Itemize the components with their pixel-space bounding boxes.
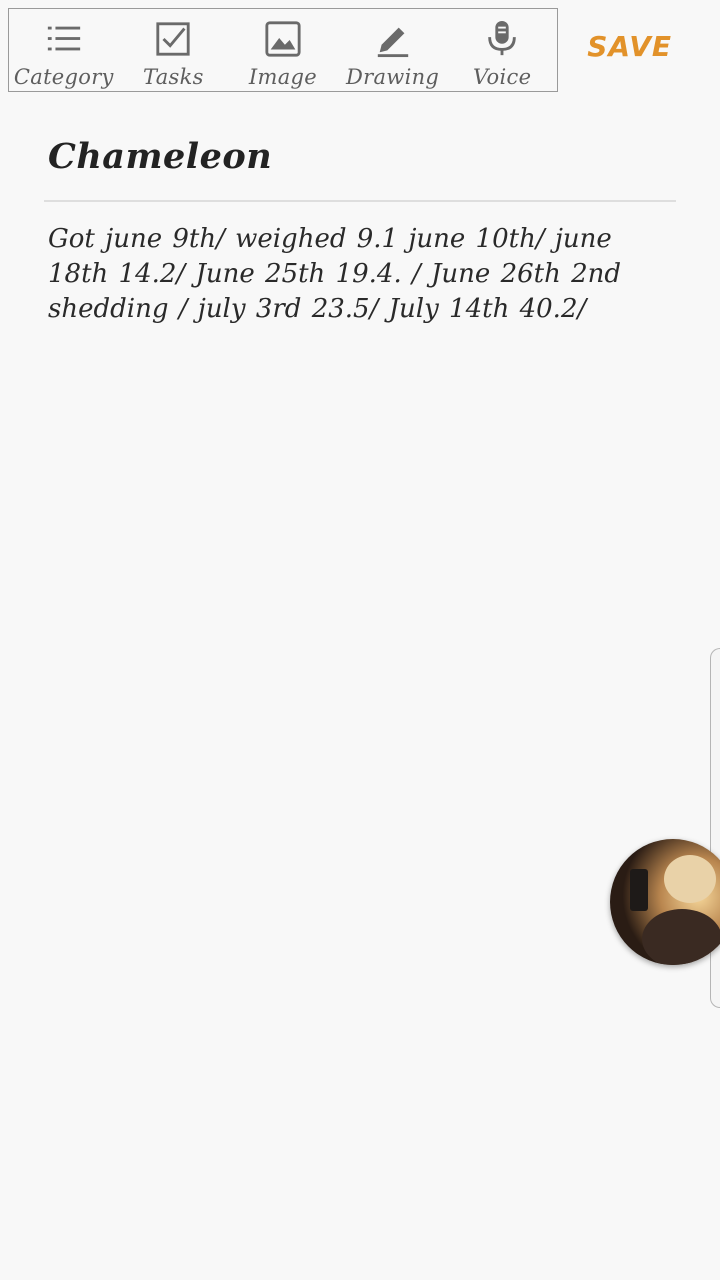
contact-avatar-image: [610, 839, 720, 965]
drawing-label: Drawing: [346, 65, 440, 89]
checkbox-icon: [153, 19, 193, 59]
note-body[interactable]: Got june 9th/ weighed 9.1 june 10th/ jun…: [48, 222, 676, 327]
voice-button[interactable]: Voice: [447, 9, 557, 91]
title-divider: [44, 200, 676, 202]
edge-panel-handle[interactable]: [710, 648, 720, 1008]
pen-icon: [373, 19, 413, 59]
tasks-label: Tasks: [143, 65, 204, 89]
save-button[interactable]: SAVE: [587, 30, 672, 63]
floating-contact-avatar[interactable]: [610, 839, 720, 965]
voice-label: Voice: [473, 65, 532, 89]
category-label: Category: [13, 65, 114, 89]
tasks-button[interactable]: Tasks: [119, 9, 229, 91]
list-icon: [44, 19, 84, 59]
image-button[interactable]: Image: [228, 9, 338, 91]
category-button[interactable]: Category: [9, 9, 119, 91]
image-label: Image: [248, 65, 318, 89]
image-icon: [263, 19, 303, 59]
note-toolbar: Category Tasks Image Drawing Voice: [8, 8, 558, 92]
drawing-button[interactable]: Drawing: [338, 9, 448, 91]
microphone-icon: [482, 19, 522, 59]
note-title[interactable]: Chameleon: [48, 136, 272, 177]
